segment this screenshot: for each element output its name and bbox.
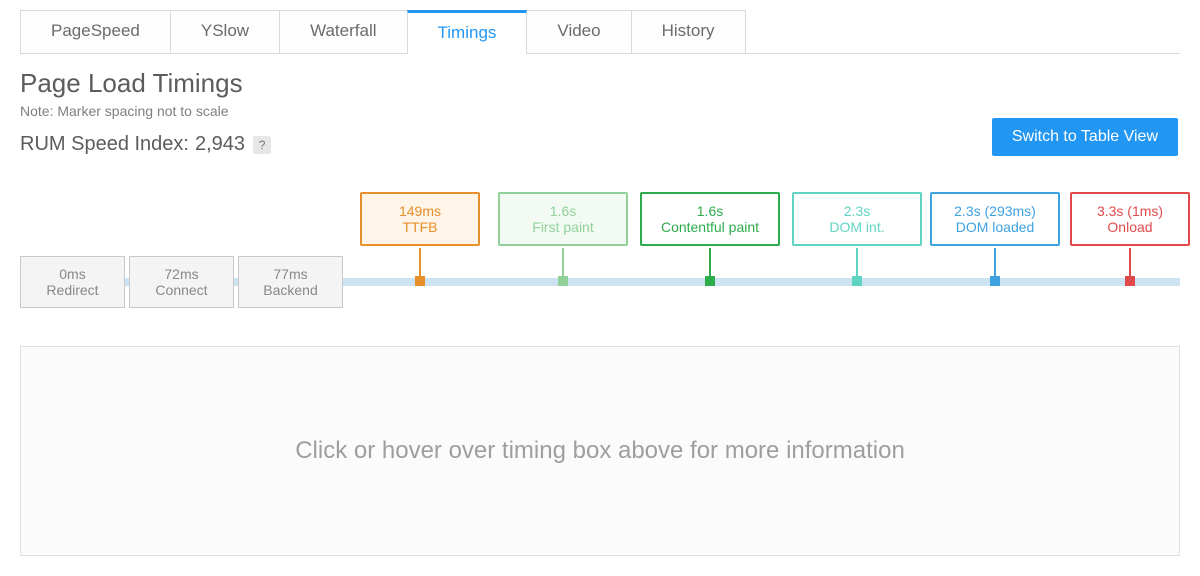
timing-value: 149ms bbox=[399, 203, 441, 219]
tab-history[interactable]: History bbox=[631, 10, 746, 53]
timing-stem bbox=[562, 248, 564, 276]
pre-timing-connect[interactable]: 72msConnect bbox=[129, 256, 234, 308]
timing-dot-icon bbox=[705, 276, 715, 286]
timing-label: Contentful paint bbox=[661, 219, 759, 235]
timing-dot-icon bbox=[990, 276, 1000, 286]
pre-timing-label: Connect bbox=[155, 282, 207, 298]
timing-stem bbox=[419, 248, 421, 276]
switch-view-button[interactable]: Switch to Table View bbox=[992, 118, 1178, 156]
pre-timing-value: 72ms bbox=[164, 266, 198, 282]
timing-dot-icon bbox=[558, 276, 568, 286]
info-panel: Click or hover over timing box above for… bbox=[20, 346, 1180, 556]
timing-value: 2.3s bbox=[844, 203, 870, 219]
timing-stem bbox=[1129, 248, 1131, 276]
timing-first-paint[interactable]: 1.6sFirst paint bbox=[498, 192, 628, 246]
tab-yslow[interactable]: YSlow bbox=[170, 10, 280, 53]
timing-stem bbox=[709, 248, 711, 276]
timing-contentful-paint[interactable]: 1.6sContentful paint bbox=[640, 192, 780, 246]
timing-value: 1.6s bbox=[550, 203, 576, 219]
timing-onload[interactable]: 3.3s (1ms)Onload bbox=[1070, 192, 1190, 246]
page-title: Page Load Timings bbox=[20, 68, 1180, 99]
timing-value: 1.6s bbox=[697, 203, 723, 219]
timing-dot-icon bbox=[852, 276, 862, 286]
timing-label: First paint bbox=[532, 219, 593, 235]
help-icon[interactable]: ? bbox=[253, 136, 271, 154]
scale-note: Note: Marker spacing not to scale bbox=[20, 103, 1180, 119]
rum-label: RUM Speed Index: bbox=[20, 133, 189, 156]
tab-video[interactable]: Video bbox=[526, 10, 631, 53]
timing-label: TTFB bbox=[403, 219, 438, 235]
pre-timing-boxes: 0msRedirect72msConnect77msBackend bbox=[20, 256, 343, 308]
timing-stem bbox=[994, 248, 996, 276]
pre-timing-value: 77ms bbox=[273, 266, 307, 282]
timing-dom-int-[interactable]: 2.3sDOM int. bbox=[792, 192, 922, 246]
pre-timing-label: Redirect bbox=[46, 282, 98, 298]
pre-timing-redirect[interactable]: 0msRedirect bbox=[20, 256, 125, 308]
timing-label: Onload bbox=[1107, 219, 1152, 235]
tab-waterfall[interactable]: Waterfall bbox=[279, 10, 407, 53]
pre-timing-backend[interactable]: 77msBackend bbox=[238, 256, 343, 308]
pre-timing-value: 0ms bbox=[59, 266, 85, 282]
pre-timing-label: Backend bbox=[263, 282, 317, 298]
timing-dot-icon bbox=[1125, 276, 1135, 286]
timing-dot-icon bbox=[415, 276, 425, 286]
timing-stem bbox=[856, 248, 858, 276]
tab-pagespeed[interactable]: PageSpeed bbox=[20, 10, 171, 53]
timing-value: 2.3s (293ms) bbox=[954, 203, 1036, 219]
info-text: Click or hover over timing box above for… bbox=[295, 437, 905, 465]
timeline: 0msRedirect72msConnect77msBackend 149msT… bbox=[20, 186, 1180, 326]
tab-timings[interactable]: Timings bbox=[407, 10, 528, 53]
timing-value: 3.3s (1ms) bbox=[1097, 203, 1163, 219]
timing-label: DOM loaded bbox=[956, 219, 1035, 235]
rum-value: 2,943 bbox=[195, 133, 245, 156]
timing-dom-loaded[interactable]: 2.3s (293ms)DOM loaded bbox=[930, 192, 1060, 246]
tabs-bar: PageSpeedYSlowWaterfallTimingsVideoHisto… bbox=[20, 10, 1180, 54]
timing-label: DOM int. bbox=[829, 219, 884, 235]
timing-ttfb[interactable]: 149msTTFB bbox=[360, 192, 480, 246]
